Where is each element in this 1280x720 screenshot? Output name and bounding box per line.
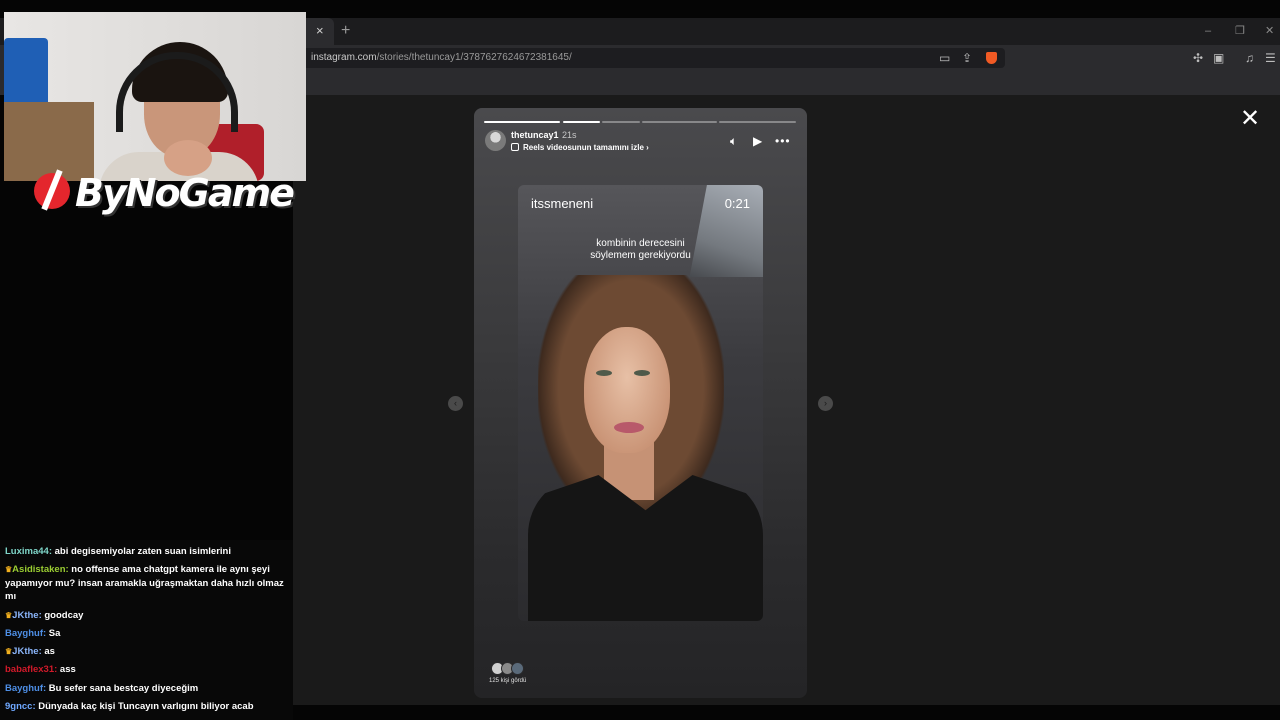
reel-username: itssmeneni	[531, 196, 594, 211]
chat-username: JKthe:	[12, 646, 42, 657]
maximize-icon[interactable]: ❐	[1235, 24, 1245, 38]
logo-text: ByNoGame	[75, 171, 295, 215]
chat-text: goodcay	[41, 610, 84, 621]
screen: × + – ❐ ✕ instagram.com/stories/thetunca…	[0, 0, 1280, 720]
chat-username: Luxima44:	[5, 546, 52, 557]
chat-message: Luxima44: abi degisemiyolar zaten suan i…	[5, 545, 287, 559]
viewers-count[interactable]: 125 kişi gördü	[489, 678, 526, 684]
chat-message: Bayghuf: Bu sefer sana bestcay diyeceğim	[5, 682, 287, 696]
chat-message: babaflex31: ass	[5, 663, 287, 677]
webcam-feed	[4, 12, 306, 181]
person-eye	[596, 370, 612, 376]
url-host: instagram.com	[311, 52, 377, 63]
share-icon[interactable]: ⇪	[962, 51, 972, 65]
story-username[interactable]: thetuncay1	[511, 130, 559, 140]
progress-segment	[563, 121, 600, 123]
viewer-avatars[interactable]	[491, 662, 531, 676]
avatar[interactable]	[485, 130, 506, 151]
mute-icon[interactable]: 🔈︎	[730, 134, 737, 148]
previous-story-icon[interactable]: ‹	[448, 396, 463, 411]
menu-icon[interactable]: ☰	[1265, 51, 1276, 65]
play-icon[interactable]: ▶	[753, 134, 762, 148]
story-card: thetuncay1 21s Reels videosunun tamamını…	[474, 108, 807, 698]
chat-username: Bayghuf:	[5, 683, 47, 694]
reel-preview[interactable]: itssmeneni 0:21 kombinin derecesini söyl…	[518, 185, 763, 621]
viewer-avatar	[511, 662, 524, 675]
brave-shield-icon[interactable]	[986, 52, 997, 64]
chat-message: ♛JKthe: goodcay	[5, 609, 287, 623]
progress-segment	[484, 121, 560, 123]
reels-link[interactable]: Reels videosunun tamamını izle ›	[511, 143, 649, 152]
media-icon[interactable]: ♫	[1245, 51, 1254, 65]
cast-icon[interactable]: ▭	[939, 51, 950, 65]
person-eye	[634, 370, 650, 376]
chat-username: JKthe:	[12, 610, 42, 621]
minimize-icon[interactable]: –	[1205, 24, 1211, 38]
close-story-icon[interactable]: ✕	[1240, 107, 1260, 131]
window-close-icon[interactable]: ✕	[1265, 24, 1274, 38]
chat-text: Sa	[46, 628, 61, 639]
caption-line: kombinin derecesini	[596, 238, 685, 249]
progress-segment	[719, 121, 796, 123]
progress-segment	[602, 121, 640, 123]
chat-username: 9gncc:	[5, 701, 36, 712]
next-story-icon[interactable]: ›	[818, 396, 833, 411]
chat-text: Bu sefer sana bestcay diyeceğim	[46, 683, 199, 694]
progress-segment	[642, 121, 717, 123]
person-lips	[614, 422, 644, 433]
caption-line: söylemem gerekiyordu	[590, 250, 691, 261]
reels-link-label: Reels videosunun tamamını izle ›	[523, 143, 649, 152]
chat-username: Asidistaken:	[12, 564, 69, 575]
chat-message: 9gncc: Dünyada kaç kişi Tuncayın varlıgı…	[5, 700, 287, 714]
chat-message: Bayghuf: Sa	[5, 627, 287, 641]
reel-duration: 0:21	[724, 196, 750, 211]
story-time: 21s	[562, 130, 577, 140]
chat-message: ♛Asidistaken: no offense ama chatgpt kam…	[5, 563, 287, 604]
url-text[interactable]: instagram.com/stories/thetuncay1/3787627…	[311, 52, 572, 63]
new-tab-button[interactable]: +	[341, 23, 350, 39]
person-face	[584, 327, 670, 453]
chat-username: Bayghuf:	[5, 628, 47, 639]
chat-text: ass	[57, 664, 76, 675]
chat-text: abi degisemiyolar zaten suan isimlerini	[52, 546, 231, 557]
wallet-icon[interactable]: ▣	[1213, 51, 1224, 65]
reels-icon	[511, 143, 519, 151]
webcam-background-shelf	[4, 102, 94, 181]
extensions-icon[interactable]: ✣	[1193, 51, 1203, 65]
tab-close-icon[interactable]: ×	[316, 24, 324, 38]
webcam-background-object	[4, 38, 48, 108]
url-path: /stories/thetuncay1/3787627624672381645/	[376, 52, 572, 63]
chat-text: as	[41, 646, 55, 657]
more-options-icon[interactable]: •••	[775, 134, 791, 148]
chat-username: babaflex31:	[5, 664, 58, 675]
chat-message: ♛JKthe: as	[5, 645, 287, 659]
chat-text: Dünyada kaç kişi Tuncayın varlıgını bili…	[35, 701, 254, 712]
reel-caption: kombinin derecesini söylemem gerekiyordu	[518, 238, 763, 262]
